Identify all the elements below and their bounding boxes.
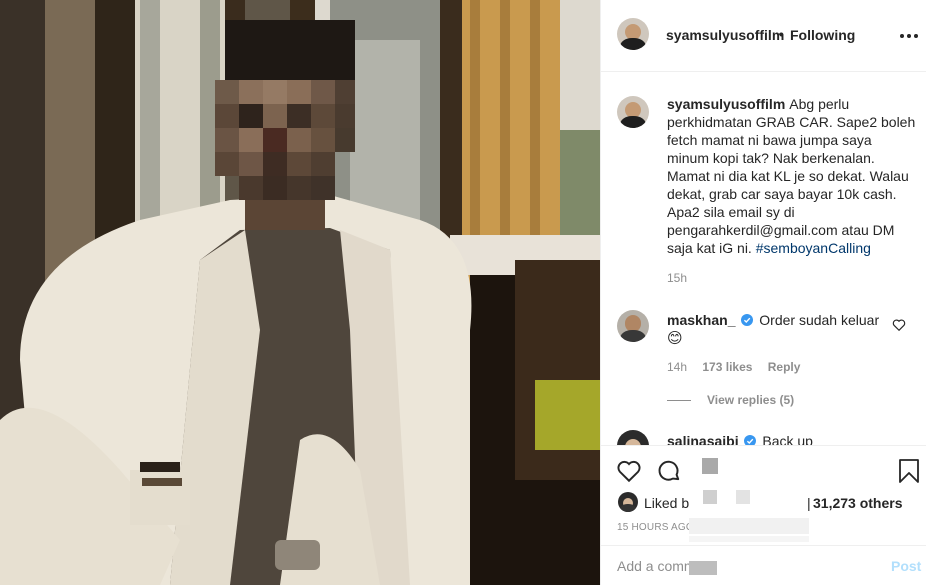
pixelated-block (736, 490, 750, 504)
comment-item: salinasaibi Back up (667, 432, 813, 445)
post-side-panel: syamsulyusoffilm • Following syamsulyuso… (600, 0, 926, 585)
liked-divider: | (807, 495, 811, 511)
liked-by-prefix: Liked b (644, 495, 690, 511)
comment-text: Order sudah keluar (759, 312, 880, 328)
comment-time: 14h (667, 360, 688, 374)
more-icon[interactable] (900, 27, 918, 45)
verified-icon (744, 435, 757, 445)
view-replies-button[interactable]: View replies (5) (667, 393, 794, 407)
comment-username[interactable]: maskhan_ (667, 312, 735, 328)
post-photo[interactable] (0, 0, 600, 585)
caption-username[interactable]: syamsulyusoffilm (667, 96, 785, 112)
bookmark-icon[interactable] (897, 458, 921, 484)
pixelated-share-icon (702, 458, 718, 474)
following-button[interactable]: Following (790, 27, 855, 43)
comment-avatar[interactable] (617, 430, 649, 445)
comment-emoji: 😊 (667, 330, 683, 347)
caption-text: Abg perlu perkhidmatan GRAB CAR. Sape2 b… (667, 96, 916, 256)
pixelated-block (689, 518, 809, 534)
pixelated-block (703, 490, 717, 504)
caption-avatar[interactable] (617, 96, 649, 128)
post-timestamp[interactable]: 15 HOURS AGO (617, 522, 694, 533)
heart-outline-icon[interactable] (892, 318, 906, 332)
replies-divider (667, 400, 691, 402)
comment-item: maskhan_ Order sudah keluar 😊 (667, 311, 885, 348)
add-comment-bar: Post (601, 545, 926, 585)
comment-icon[interactable] (656, 458, 682, 484)
pixelated-block (689, 536, 809, 542)
post-header: syamsulyusoffilm • Following (601, 0, 926, 72)
liked-others[interactable]: 31,273 others (813, 495, 903, 511)
comment-meta: 14h 173 likes Reply (667, 360, 800, 374)
comment-input[interactable] (617, 556, 877, 576)
comment-text: Back up (762, 433, 813, 445)
comment-avatar[interactable] (617, 310, 649, 342)
reply-button[interactable]: Reply (768, 360, 801, 374)
header-separator: • (779, 26, 784, 42)
heart-icon[interactable] (616, 458, 642, 484)
liked-by-avatar[interactable] (618, 492, 638, 512)
comment-username[interactable]: salinasaibi (667, 433, 739, 445)
author-avatar[interactable] (617, 18, 649, 50)
pixelated-block (689, 561, 717, 575)
post-button[interactable]: Post (891, 558, 921, 574)
author-username[interactable]: syamsulyusoffilm (666, 27, 784, 43)
view-replies-label: View replies (5) (707, 393, 795, 407)
comments-list[interactable]: syamsulyusoffilm Abg perlu perkhidmatan G… (601, 73, 926, 445)
caption-time: 15h (667, 271, 688, 285)
caption-hashtag[interactable]: #semboyanCalling (756, 240, 871, 256)
comment-likes[interactable]: 173 likes (702, 360, 752, 374)
post-image (0, 0, 600, 585)
post-actions: Liked b | 31,273 others 15 HOURS AGO Pos… (601, 445, 926, 585)
verified-icon (741, 314, 754, 326)
caption: syamsulyusoffilm Abg perlu perkhidmatan G… (667, 95, 917, 257)
